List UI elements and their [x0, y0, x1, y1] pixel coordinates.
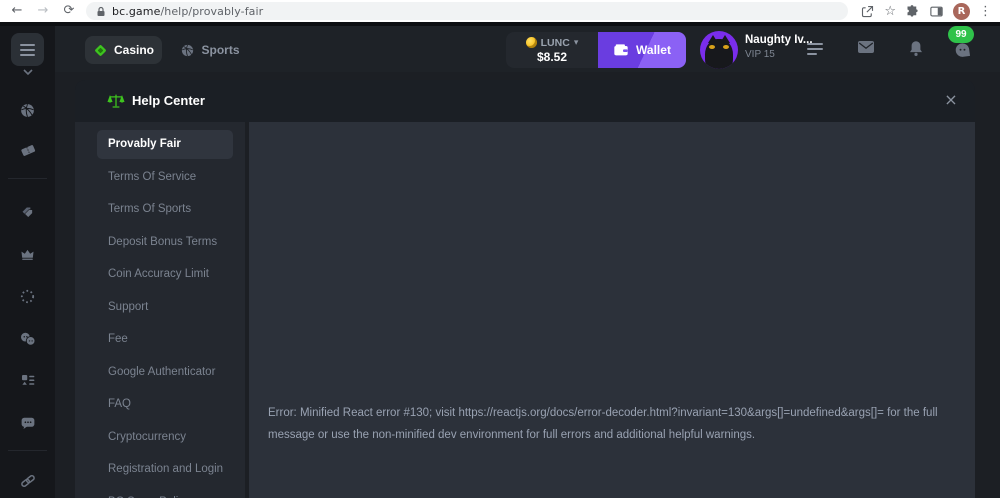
help-menu-item[interactable]: BC Swap Policy — [75, 486, 245, 498]
help-menu: Provably Fair Terms Of Service Terms Of Sp… — [75, 122, 245, 498]
modal-header: Help Center × — [75, 80, 975, 122]
help-menu-item[interactable]: Provably Fair — [75, 128, 245, 161]
modal-body: Provably Fair Terms Of Service Terms Of Sp… — [75, 122, 975, 498]
sports-tab[interactable]: Sports — [172, 36, 248, 64]
link-chain-icon[interactable] — [0, 472, 55, 490]
left-sidebar — [0, 26, 55, 498]
scales-icon — [107, 92, 125, 110]
help-menu-item-label: FAQ — [108, 398, 131, 410]
sports-tab-label: Sports — [201, 43, 239, 57]
browser-profile-avatar[interactable]: R — [953, 3, 970, 20]
crown-icon[interactable] — [0, 246, 55, 263]
address-bar[interactable]: bc.game/help/provably-fair — [86, 2, 848, 20]
extensions-puzzle-icon[interactable] — [905, 4, 920, 19]
modal-title: Help Center — [132, 93, 205, 108]
chevron-down-icon: ▾ — [574, 38, 579, 48]
site-viewport: Casino Sports LUNC ▾ $8.52 Wallet — [0, 22, 1000, 498]
chat-bubble-icon[interactable] — [953, 41, 972, 65]
help-content: Error: Minified React error #130; visit … — [249, 122, 975, 498]
side-panel-icon[interactable] — [929, 4, 944, 19]
wallet-button-label: Wallet — [636, 43, 671, 57]
chat-count-badge: 99 — [948, 26, 974, 43]
help-menu-item[interactable]: Cryptocurrency — [75, 421, 245, 454]
help-menu-item-label: Support — [108, 301, 148, 313]
url-domain: bc.game — [112, 5, 160, 18]
currency-selector[interactable]: LUNC ▾ $8.52 — [506, 32, 598, 68]
browser-chrome: ← → ⟳ bc.game/help/provably-fair ☆ R ⋮ — [0, 0, 1000, 22]
refresh-icon[interactable]: ⟳ — [58, 0, 80, 22]
help-menu-item-label: Terms Of Sports — [108, 203, 191, 215]
help-menu-item[interactable]: FAQ — [75, 388, 245, 421]
close-icon[interactable]: × — [939, 88, 963, 112]
inbox-envelope-icon[interactable] — [856, 39, 876, 60]
chevron-down-icon[interactable] — [0, 68, 55, 76]
currency-balance: $8.52 — [537, 50, 567, 64]
help-menu-item-label: Terms Of Service — [108, 171, 196, 183]
topbar: Casino Sports LUNC ▾ $8.52 Wallet — [55, 26, 1000, 72]
help-menu-item[interactable]: Registration and Login — [75, 453, 245, 486]
bookmark-star-icon[interactable]: ☆ — [884, 4, 896, 19]
sidebar-toggle-button[interactable] — [11, 33, 44, 66]
help-menu-item-label: Coin Accuracy Limit — [108, 268, 209, 280]
avatar-creature — [705, 39, 733, 69]
sports-ball-icon[interactable] — [0, 102, 55, 119]
lunc-coin-icon — [526, 37, 537, 48]
casino-diamond-icon — [93, 43, 108, 58]
wallet-button[interactable]: Wallet — [598, 32, 686, 68]
casino-tab-label: Casino — [114, 43, 154, 57]
url-text: bc.game/help/provably-fair — [112, 5, 263, 18]
lock-icon — [96, 6, 106, 17]
notification-bell-icon[interactable] — [907, 39, 925, 63]
help-menu-item[interactable]: Coin Accuracy Limit — [75, 258, 245, 291]
tags-icon[interactable] — [0, 204, 55, 221]
react-error-message: Error: Minified React error #130; visit … — [268, 402, 943, 446]
share-icon[interactable] — [860, 4, 875, 19]
ranking-icon[interactable] — [0, 372, 55, 390]
help-menu-item[interactable]: Support — [75, 291, 245, 324]
user-avatar[interactable] — [700, 31, 738, 69]
back-arrow-icon[interactable]: ← — [6, 0, 28, 22]
wallet-icon — [613, 43, 629, 57]
help-menu-item[interactable]: Terms Of Service — [75, 161, 245, 194]
forward-arrow-icon[interactable]: → — [32, 0, 54, 22]
screen: ← → ⟳ bc.game/help/provably-fair ☆ R ⋮ — [0, 0, 1000, 498]
currency-code: LUNC — [541, 37, 570, 49]
help-menu-item-label: Provably Fair — [108, 138, 181, 150]
overflow-menu-icon[interactable]: ⋮ — [979, 4, 992, 19]
help-center-modal: Help Center × Provably Fair Terms Of Serv… — [75, 80, 975, 498]
user-menu-icon[interactable] — [807, 37, 831, 61]
help-menu-item-label: Google Authenticator — [108, 366, 215, 378]
versus-icon[interactable] — [0, 330, 55, 348]
dotted-circle-icon[interactable] — [0, 288, 55, 305]
sports-ball-icon — [180, 43, 195, 58]
casino-tab[interactable]: Casino — [85, 36, 162, 64]
user-vip-level: VIP 15 — [745, 49, 815, 60]
url-path: /help/provably-fair — [160, 5, 263, 18]
help-menu-item[interactable]: Fee — [75, 323, 245, 356]
chrome-actions: ☆ R ⋮ — [860, 0, 1000, 22]
user-name: Naughty Iv... — [745, 34, 815, 46]
help-menu-item[interactable]: Google Authenticator — [75, 356, 245, 389]
bet-ticket-icon[interactable] — [0, 141, 55, 159]
user-meta[interactable]: Naughty Iv... VIP 15 — [745, 34, 815, 60]
sidebar-divider — [8, 450, 47, 451]
sidebar-divider — [8, 178, 47, 179]
help-menu-item-label: Fee — [108, 333, 128, 345]
help-menu-item-label: Deposit Bonus Terms — [108, 236, 217, 248]
help-menu-item[interactable]: Terms Of Sports — [75, 193, 245, 226]
help-menu-item-label: Registration and Login — [108, 463, 223, 475]
help-menu-item[interactable]: Deposit Bonus Terms — [75, 226, 245, 259]
help-menu-item-label: Cryptocurrency — [108, 431, 186, 443]
chat-icon[interactable] — [0, 414, 55, 432]
